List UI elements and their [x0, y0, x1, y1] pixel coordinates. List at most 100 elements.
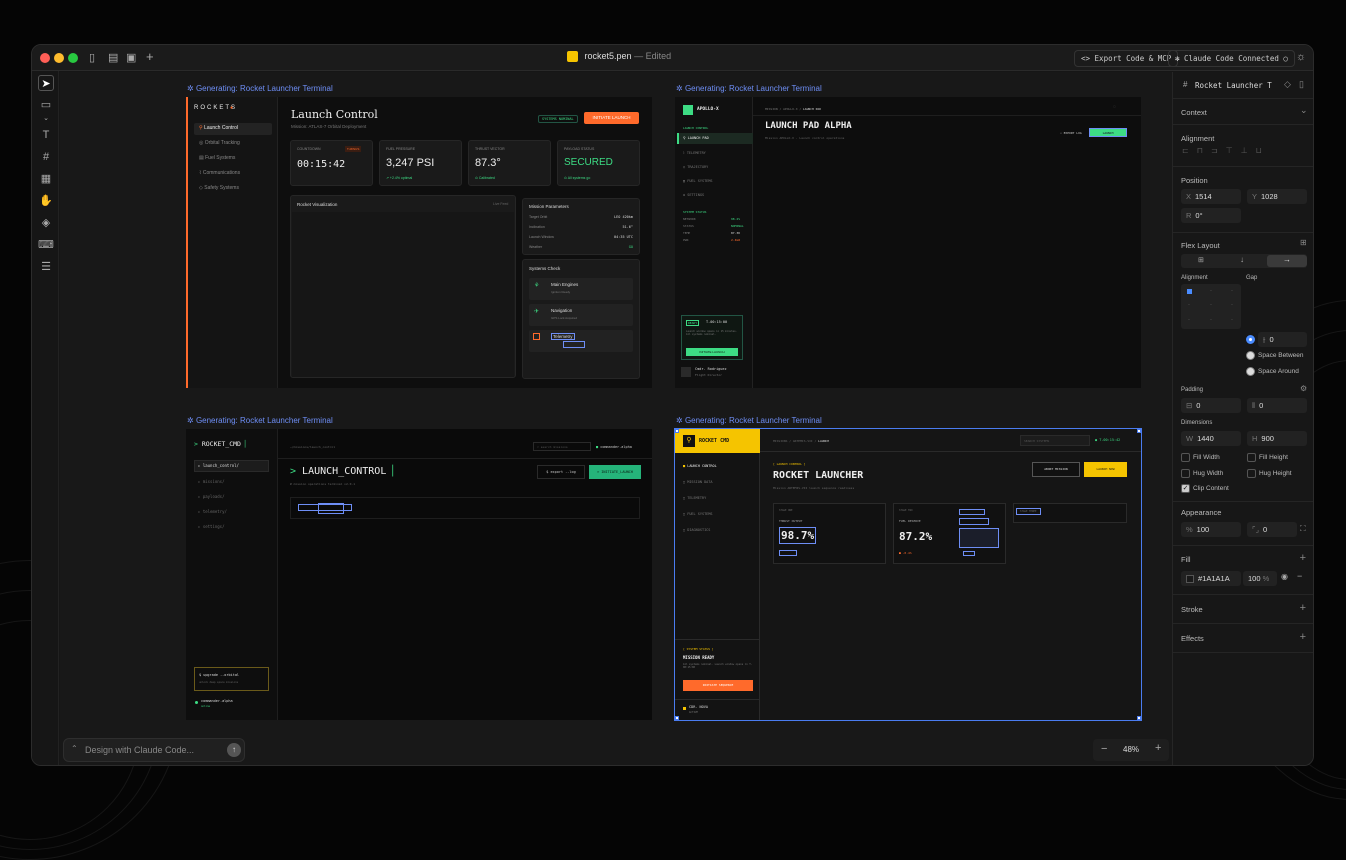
- align-cell-selected[interactable]: [1187, 289, 1192, 294]
- selection-handle[interactable]: [675, 716, 679, 720]
- f3-export-button[interactable]: $ export --log: [537, 465, 585, 479]
- position-y-field[interactable]: Y 1028: [1247, 189, 1307, 204]
- selection-handle[interactable]: [675, 429, 679, 433]
- gap-radio[interactable]: [1246, 335, 1255, 344]
- claude-status-button[interactable]: ✻ Claude Code Connected ◯: [1168, 50, 1295, 67]
- zoom-level[interactable]: 48%: [1123, 745, 1139, 754]
- f2-export-button[interactable]: ⇩ EXPORT LOG: [1060, 131, 1082, 135]
- hand-tool-icon[interactable]: ✋: [38, 193, 54, 209]
- add-effect-icon[interactable]: +: [1300, 631, 1306, 643]
- fill-height-checkbox[interactable]: [1247, 453, 1256, 462]
- add-fill-icon[interactable]: +: [1300, 552, 1306, 564]
- f2-nav-item[interactable]: ▤ FUEL SYSTEMS: [683, 179, 713, 183]
- f3-nav-item[interactable]: ▸ telemetry/: [198, 509, 227, 514]
- chevron-down-icon[interactable]: ⌄: [1300, 105, 1308, 116]
- selection-handle[interactable]: [1137, 429, 1141, 433]
- add-stroke-icon[interactable]: +: [1300, 602, 1306, 614]
- send-icon[interactable]: ↑: [227, 743, 241, 757]
- bell-icon[interactable]: ◌: [1113, 104, 1116, 110]
- f1-nav-item[interactable]: ⌇ Communications: [199, 170, 240, 176]
- f3-nav-item[interactable]: ▸ payloads/: [198, 494, 225, 499]
- f3-nav-item[interactable]: ▸ settings/: [198, 524, 225, 529]
- f2-nav-item[interactable]: ⚲ LAUNCH PAD: [683, 136, 709, 140]
- frame-tool-icon[interactable]: #: [38, 149, 54, 165]
- keyboard-icon[interactable]: ⌨: [38, 237, 54, 253]
- frame-apollo-launchpad[interactable]: APOLLO-X LAUNCH CONTROL ⚲ LAUNCH PAD ⌇ T…: [675, 97, 1141, 388]
- f1-initiate-button[interactable]: INITIATE LAUNCH: [584, 112, 639, 124]
- f1-nav-item[interactable]: ◇ Safety Systems: [199, 185, 239, 191]
- chevron-up-icon[interactable]: ⌃: [71, 744, 78, 753]
- flex-toggle-icon[interactable]: ⊞: [1300, 238, 1307, 247]
- f4-nav-item[interactable]: □ DIAGNOSTICS: [683, 528, 710, 532]
- selection-handle[interactable]: [1137, 716, 1141, 720]
- panel-toggle-icon[interactable]: ▯: [1299, 79, 1304, 90]
- frame-rocket-launcher-selected[interactable]: ⚲ ROCKET CMD ■ LAUNCH CONTROL □ MISSION …: [674, 428, 1142, 721]
- f4-nav-item[interactable]: □ FUEL SYSTEMS: [683, 512, 713, 516]
- space-between-radio[interactable]: [1246, 351, 1255, 360]
- align-cell[interactable]: ·: [1231, 317, 1233, 323]
- frame-label-1[interactable]: ✲ Generating: Rocket Launcher Terminal: [187, 84, 333, 93]
- rotation-field[interactable]: R 0°: [1181, 208, 1241, 223]
- expand-corners-icon[interactable]: ⛶: [1300, 524, 1306, 534]
- f4-nav-item[interactable]: □ MISSION DATA: [683, 480, 713, 484]
- align-cell[interactable]: ·: [1210, 302, 1212, 308]
- height-field[interactable]: H 900: [1247, 431, 1307, 446]
- f3-upgrade-card[interactable]: [194, 667, 269, 691]
- f2-nav-item[interactable]: ◎ TRAJECTORY: [683, 165, 708, 169]
- hug-width-checkbox[interactable]: [1181, 469, 1190, 478]
- frame-label-2[interactable]: ✲ Generating: Rocket Launcher Terminal: [676, 84, 822, 93]
- text-tool-icon[interactable]: T: [38, 127, 54, 143]
- zoom-out-button[interactable]: −: [1101, 743, 1107, 755]
- f3-init-button[interactable]: > INITIATE_LAUNCH: [589, 465, 641, 479]
- f2-nav-item[interactable]: ⌇ TELEMETRY: [683, 151, 706, 155]
- align-cell[interactable]: ·: [1188, 302, 1190, 308]
- align-cell[interactable]: ·: [1210, 317, 1212, 323]
- hug-height-checkbox[interactable]: [1247, 469, 1256, 478]
- f4-init-button[interactable]: INITIATE SEQUENCE: [683, 680, 753, 691]
- align-cell[interactable]: ·: [1231, 302, 1233, 308]
- fill-color-field[interactable]: #1A1A1A: [1181, 571, 1241, 586]
- settings-sliders-icon[interactable]: ☰: [38, 259, 54, 275]
- minimize-window-button[interactable]: [54, 53, 64, 63]
- sidebar-toggle-icon[interactable]: ▯: [89, 51, 95, 64]
- chevron-down-icon[interactable]: ⌄: [38, 111, 54, 127]
- padding-vertical-field[interactable]: ⊟ 0: [1181, 398, 1241, 413]
- f3-nav-item[interactable]: ▸ missions/: [198, 479, 225, 484]
- f4-nav-item[interactable]: □ TELEMETRY: [683, 496, 706, 500]
- library-icon[interactable]: ▤: [108, 51, 118, 64]
- align-cell[interactable]: ·: [1188, 317, 1190, 323]
- space-around-radio[interactable]: [1246, 367, 1255, 376]
- theme-toggle-icon[interactable]: ☼: [1296, 51, 1306, 63]
- note-tool-icon[interactable]: ▦: [38, 171, 54, 187]
- add-tab-icon[interactable]: +: [146, 49, 154, 64]
- f4-search-input[interactable]: SEARCH SYSTEMS: [1020, 435, 1090, 446]
- f1-nav-item[interactable]: ◎ Orbital Tracking: [199, 140, 240, 146]
- f4-nav-item[interactable]: ■ LAUNCH CONTROL: [683, 464, 717, 468]
- width-field[interactable]: W 1440: [1181, 431, 1241, 446]
- horizontal-layout-icon[interactable]: →: [1267, 255, 1307, 267]
- design-canvas[interactable]: ✲ Generating: Rocket Launcher Terminal ✲…: [60, 72, 1172, 765]
- zoom-in-button[interactable]: +: [1155, 742, 1161, 754]
- f3-search-input[interactable]: ⌕ search missions: [533, 442, 591, 451]
- f2-init-button[interactable]: INITIATE LAUNCH: [686, 348, 738, 356]
- select-tool-icon[interactable]: ➤: [38, 75, 54, 91]
- files-icon[interactable]: ▣: [126, 51, 136, 64]
- maximize-window-button[interactable]: [68, 53, 78, 63]
- eye-icon[interactable]: ◉: [1281, 572, 1288, 581]
- f1-nav-item[interactable]: ▤ Fuel Systems: [199, 155, 235, 161]
- fill-width-checkbox[interactable]: [1181, 453, 1190, 462]
- f1-nav-item[interactable]: ⚲ Launch Control: [199, 125, 238, 131]
- f3-nav-item[interactable]: ▸ launch_control/: [198, 463, 239, 468]
- f2-nav-item[interactable]: ⚙ SETTINGS: [683, 193, 704, 197]
- component-tool-icon[interactable]: ◈: [38, 215, 54, 231]
- f4-abort-button[interactable]: ABORT MISSION: [1032, 462, 1080, 477]
- align-cell[interactable]: ·: [1231, 288, 1233, 294]
- layer-name[interactable]: Rocket Launcher T: [1195, 81, 1272, 90]
- frame-rockets-dashboard[interactable]: ROCKETS ● ⚲ Launch Control ◎ Orbital Tra…: [186, 97, 652, 388]
- frame-rocket-cmd-terminal[interactable]: > ROCKET_CMD ▏ ▸ launch_control/ ▸ missi…: [186, 429, 652, 720]
- flex-direction-toggle[interactable]: ⊞ ↓ →: [1181, 254, 1307, 268]
- f4-launch-button[interactable]: LAUNCH NOW: [1084, 462, 1127, 477]
- close-window-button[interactable]: [40, 53, 50, 63]
- frame-label-3[interactable]: ✲ Generating: Rocket Launcher Terminal: [187, 416, 333, 425]
- export-code-button[interactable]: <> Export Code & MCP: [1074, 50, 1179, 67]
